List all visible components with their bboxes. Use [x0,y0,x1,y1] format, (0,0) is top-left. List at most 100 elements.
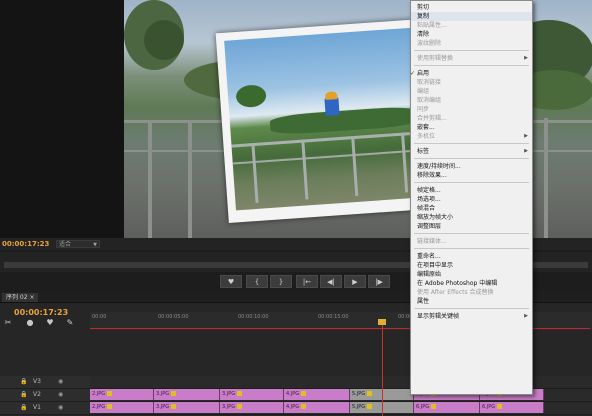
menu-item[interactable]: 速度/持续时间... [411,162,532,171]
clip-label: 2.JPG [92,404,106,410]
playhead-handle[interactable] [378,319,386,325]
tab-sequence[interactable]: 序列 02 × [2,293,39,302]
mark-in-button[interactable]: { [246,275,268,288]
menu-item-label: 标签 [417,148,430,155]
fx-icon [431,404,437,409]
clip[interactable]: 6.JPG [414,402,480,413]
menu-item-label: 复制 [417,13,430,20]
menu-item[interactable]: 帧定格... [411,186,532,195]
track-header-v2: 🔒 V2 ◉ [0,389,90,402]
menu-item: 取消编组 [411,96,532,105]
clip[interactable]: 2.JPG [90,402,154,413]
add-marker-button[interactable]: ♥ [220,275,242,288]
menu-item-label: 使用剪辑替换 [417,55,454,62]
nest-toggle-icon[interactable]: ✂ [2,318,14,328]
menu-item[interactable]: 重命名... [411,252,532,261]
menu-item-label: 属性 [417,298,430,305]
fx-icon [237,391,243,396]
track-header-v1: 🔒 V1 ◉ [0,402,90,415]
timeline-tools: ✂ ● ♥ ✎ [2,318,88,330]
clip[interactable]: 4.JPG [284,402,350,413]
clip-label: 4.JPG [286,404,300,410]
chevron-down-icon: ▼ [93,242,97,248]
linked-selection-icon[interactable]: ♥ [44,318,56,328]
photo-frame [215,19,435,223]
track-header-v3: 🔒 V3 ◉ [0,376,90,389]
program-timecode[interactable]: 00:00:17:23 [2,240,49,248]
menu-item[interactable]: 调整图层 [411,222,532,231]
menu-separator [414,143,529,144]
eye-icon[interactable]: ◉ [58,391,63,398]
clip[interactable]: 3.JPG [220,402,284,413]
menu-item[interactable]: ✓ 启用 [410,69,532,78]
lock-icon[interactable]: 🔒 [20,404,27,411]
menu-item[interactable]: 清除 [411,30,532,39]
lock-icon[interactable]: 🔒 [20,391,27,398]
menu-item-label: 在项目中显示 [417,262,454,269]
lock-icon[interactable]: 🔒 [20,378,27,385]
sequence-timecode[interactable]: 00:00:17:23 [14,308,68,317]
menu-separator [414,158,529,159]
menu-item: 使用剪辑替换 ▶ [411,54,532,63]
clip[interactable]: 2.JPG [90,389,154,400]
menu-item[interactable]: 属性 [411,297,532,306]
ruler-tick: 00:00:15:00 [318,314,349,320]
menu-item[interactable]: 标签 ▶ [411,147,532,156]
menu-item-label: 链接媒体... [417,238,447,245]
clip-label: 5.JPG [352,391,366,397]
submenu-arrow-icon: ▶ [524,313,528,319]
menu-item[interactable]: 缩放为帧大小 [411,213,532,222]
track-name[interactable]: V2 [33,391,41,398]
fit-select[interactable]: 适合 ▼ [56,240,100,248]
menu-item-label: 场选项... [417,196,441,203]
menu-item-label: 在 Adobe Photoshop 中编辑 [417,280,498,287]
step-forward-button[interactable]: |▶ [368,275,390,288]
menu-separator [414,233,529,234]
track-name[interactable]: V1 [33,404,41,411]
menu-item[interactable]: 在项目中显示 [411,261,532,270]
clip[interactable]: 6.JPG [480,402,544,413]
ruler-tick: 00:00:10:00 [238,314,269,320]
menu-item[interactable]: 移除效果... [411,171,532,180]
clip[interactable]: 3.JPG [220,389,284,400]
menu-item-label: 速度/持续时间... [417,163,461,170]
menu-item-label: 粘贴属性... [417,22,447,29]
submenu-arrow-icon: ▶ [524,133,528,139]
clip[interactable]: 3.JPG [154,389,220,400]
clip[interactable]: 4.JPG [284,389,350,400]
menu-item-label: 帧定格... [417,187,441,194]
menu-item-label: 取消编组 [417,97,442,104]
snap-icon[interactable]: ● [24,318,36,328]
play-button[interactable]: ▶ [344,275,366,288]
menu-item-label: 缩放为帧大小 [417,214,454,221]
menu-item[interactable]: 编辑原始 [411,270,532,279]
fx-icon [171,404,177,409]
menu-item-label: 编组 [417,88,430,95]
menu-item[interactable]: 嵌套... [411,123,532,132]
photo-image [224,27,426,211]
menu-item[interactable]: 帧混合 [411,204,532,213]
clip-context-menu: 剪切 复制 粘贴属性... 清除 波纹删除 使用剪辑替换 ▶ ✓ 启用 取消链接 编组 取消编组 同步合… [410,0,533,395]
eye-icon[interactable]: ◉ [58,404,63,411]
menu-item-label: 显示剪辑关键帧 [417,313,460,320]
menu-item-label: 同步 [417,106,430,113]
mark-out-button[interactable]: } [270,275,292,288]
menu-separator [414,65,529,66]
menu-item-label: 使用 After Effects 合成替换 [417,289,494,296]
clip-label: 4.JPG [286,391,300,397]
menu-item[interactable]: 复制 [411,12,532,21]
step-back-button[interactable]: ◀| [320,275,342,288]
track-name[interactable]: V3 [33,378,41,385]
menu-item[interactable]: 显示剪辑关键帧 ▶ [411,312,532,321]
menu-item-label: 移除效果... [417,172,447,179]
wrench-icon[interactable]: ✎ [64,318,76,328]
menu-item[interactable]: 场选项... [411,195,532,204]
ruler-tick: 00:00:05:00 [158,314,189,320]
go-to-in-button[interactable]: |← [296,275,318,288]
clip[interactable]: 3.JPG [154,402,220,413]
eye-icon[interactable]: ◉ [58,378,63,385]
clip-label: 3.JPG [156,391,170,397]
menu-item: 合并剪辑... [411,114,532,123]
menu-item[interactable]: 在 Adobe Photoshop 中编辑 [411,279,532,288]
menu-item[interactable]: 剪切 [411,3,532,12]
